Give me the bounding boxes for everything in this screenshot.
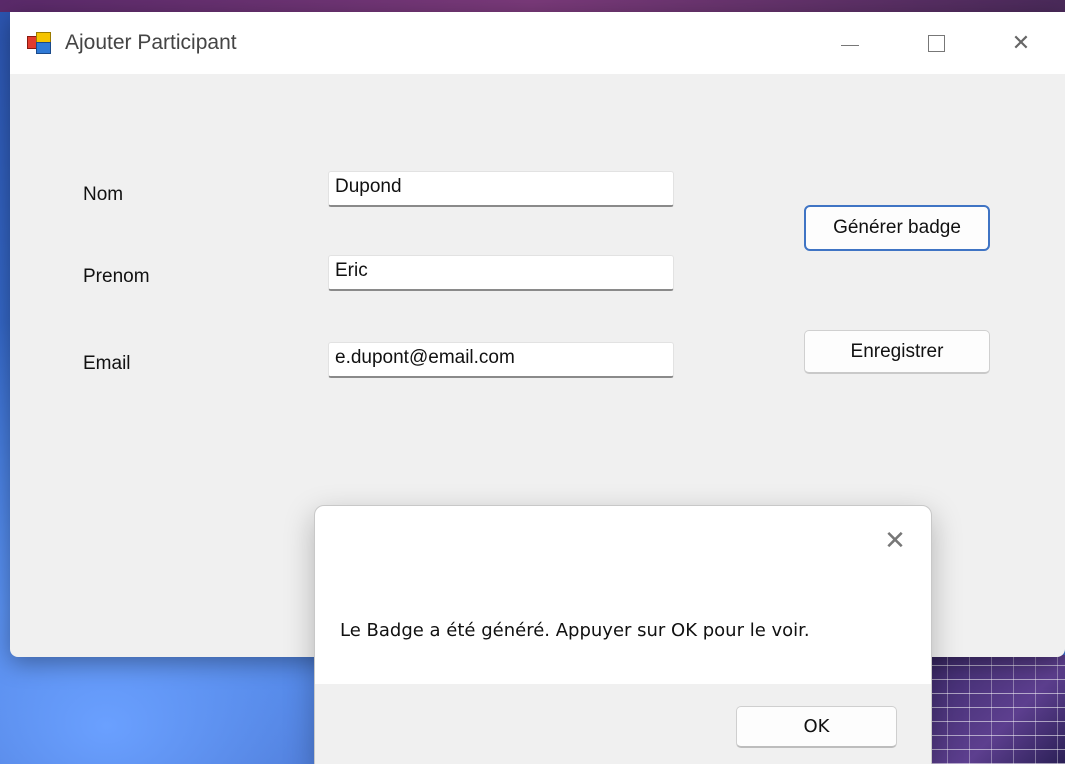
minimize-button[interactable]: [827, 26, 873, 60]
title-bar[interactable]: Ajouter Participant ✕: [10, 12, 1065, 74]
window-title: Ajouter Participant: [65, 31, 237, 54]
email-label: Email: [83, 353, 131, 374]
message-dialog: ✕ Le Badge a été généré. Appuyer sur OK …: [314, 505, 932, 764]
maximize-button[interactable]: [913, 26, 959, 60]
save-button[interactable]: Enregistrer: [804, 330, 990, 374]
app-icon: [27, 32, 51, 54]
close-button[interactable]: ✕: [998, 26, 1044, 60]
background-window-strip: [0, 0, 1065, 12]
ok-button[interactable]: OK: [736, 706, 897, 748]
dialog-footer: OK: [315, 684, 931, 764]
prenom-label: Prenom: [83, 266, 150, 287]
generate-badge-button[interactable]: Générer badge: [804, 205, 990, 251]
prenom-input[interactable]: Eric: [328, 255, 674, 291]
maximize-icon: [927, 34, 945, 52]
nom-input[interactable]: Dupond: [328, 171, 674, 207]
background-window-fragment: [925, 655, 1065, 764]
email-input[interactable]: e.dupont@email.com: [328, 342, 674, 378]
minimize-icon: [841, 44, 859, 46]
close-icon: ✕: [884, 524, 906, 555]
close-icon: ✕: [1011, 30, 1031, 55]
dialog-close-button[interactable]: ✕: [875, 520, 915, 560]
nom-label: Nom: [83, 184, 124, 205]
dialog-message: Le Badge a été généré. Appuyer sur OK po…: [340, 620, 810, 641]
